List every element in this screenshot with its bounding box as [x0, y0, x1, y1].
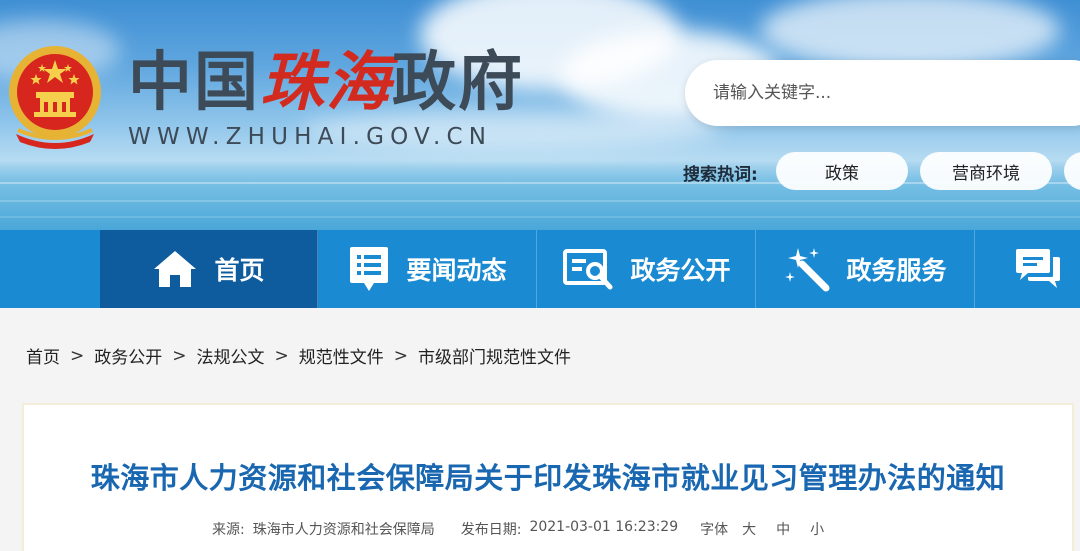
- chat-icon: [1016, 249, 1060, 288]
- hot-word-business-environment[interactable]: 营商环境: [920, 152, 1052, 190]
- article-title: 珠海市人力资源和社会保障局关于印发珠海市就业见习管理办法的通知: [90, 461, 1006, 495]
- nav-item-label: 首页: [214, 256, 265, 285]
- breadcrumb-open-government[interactable]: 政务公开: [94, 343, 162, 368]
- breadcrumb-separator: >: [172, 345, 187, 366]
- national-emblem-icon: [9, 46, 101, 149]
- sea-band: [0, 160, 1080, 230]
- site-title-zhuhai: 珠海: [260, 45, 392, 120]
- article-panel: 珠海市人力资源和社会保障局关于印发珠海市就业见习管理办法的通知 来源: 珠海市人…: [22, 403, 1074, 551]
- nav-item-news[interactable]: 要闻动态: [319, 230, 537, 308]
- nav-item-label: 要闻动态: [406, 256, 507, 285]
- breadcrumb-regulations[interactable]: 法规公文: [197, 343, 265, 368]
- site-title-government: 政府: [392, 45, 524, 120]
- breadcrumb-separator: >: [393, 345, 408, 366]
- nav-item-label: 政务公开: [630, 256, 731, 285]
- article-meta: 来源: 珠海市人力资源和社会保障局 发布日期: 2021-03-01 16:23…: [212, 519, 824, 539]
- hot-word-policy[interactable]: 政策: [776, 152, 908, 190]
- magic-wand-icon: [785, 248, 830, 292]
- nav-item-label: 政务服务: [846, 256, 947, 285]
- site-title-china: 中国: [128, 45, 260, 120]
- font-size-label: 字体: [700, 522, 729, 538]
- breadcrumb-municipal-documents[interactable]: 市级部门规范性文件: [418, 343, 571, 368]
- search-input[interactable]: [713, 78, 1053, 108]
- main-nav: 首页 要闻动态 政务公开 政务服务: [0, 230, 1080, 308]
- font-size-medium[interactable]: 中: [776, 519, 790, 539]
- source-label: 来源:: [212, 522, 245, 538]
- nav-item-interaction[interactable]: [976, 230, 1080, 308]
- font-size-large[interactable]: 大: [742, 519, 756, 539]
- hot-words-label: 搜索热词:: [683, 165, 758, 185]
- nav-item-government-services[interactable]: 政务服务: [757, 230, 975, 308]
- nav-item-home[interactable]: 首页: [100, 230, 318, 308]
- home-icon: [154, 251, 197, 287]
- source-value: 珠海市人力资源和社会保障局: [252, 522, 435, 538]
- date-label: 发布日期:: [460, 522, 522, 538]
- nav-item-open-government[interactable]: 政务公开: [538, 230, 756, 308]
- header-banner: 中国珠海政府 WWW.ZHUHAI.GOV.CN 搜索热词: 政策 营商环境: [0, 0, 1080, 230]
- font-size-small[interactable]: 小: [810, 519, 824, 539]
- breadcrumb: 首页 > 政务公开 > 法规公文 > 规范性文件 > 市级部门规范性文件: [26, 343, 571, 369]
- open-gov-icon: [563, 249, 613, 290]
- breadcrumb-home[interactable]: 首页: [26, 343, 60, 368]
- site-domain: WWW.ZHUHAI.GOV.CN: [128, 124, 493, 150]
- breadcrumb-normative-documents[interactable]: 规范性文件: [299, 343, 384, 368]
- news-list-icon: [350, 247, 389, 291]
- site-title[interactable]: 中国珠海政府: [128, 46, 524, 120]
- search-box[interactable]: [685, 60, 1080, 126]
- breadcrumb-separator: >: [274, 345, 289, 366]
- date-value: 2021-03-01 16:23:29: [529, 519, 679, 535]
- breadcrumb-separator: >: [70, 345, 85, 366]
